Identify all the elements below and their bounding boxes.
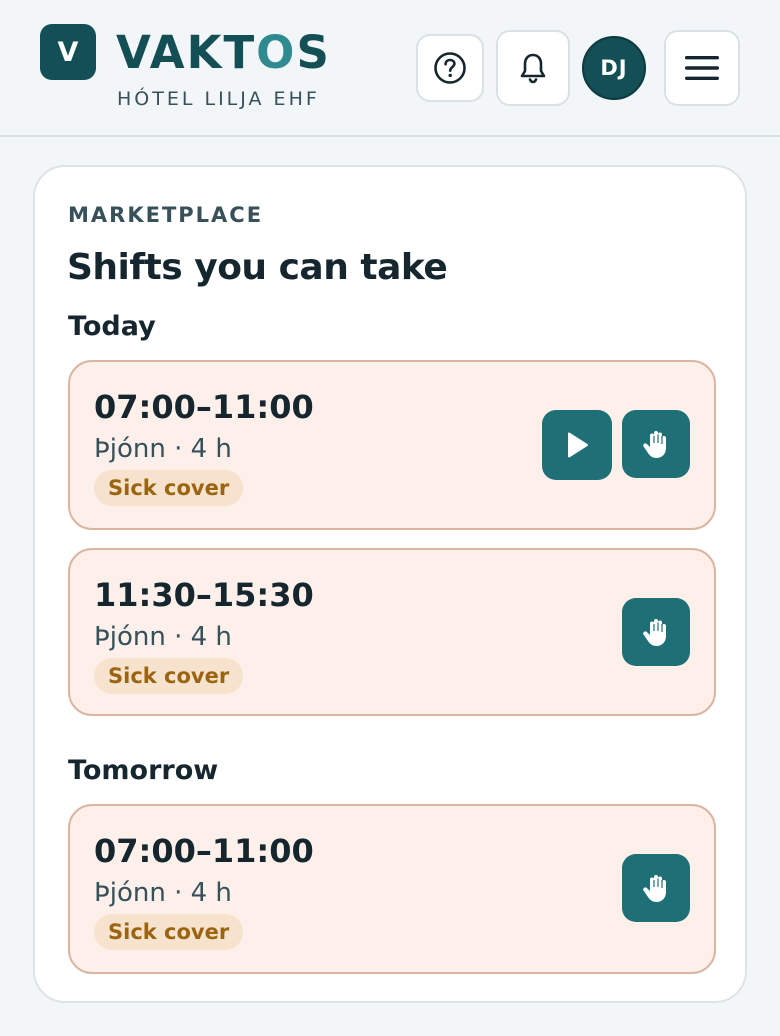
page-title: Shifts you can take	[67, 247, 448, 288]
menu-button[interactable]	[664, 30, 740, 106]
claim-shift-button[interactable]	[622, 598, 690, 666]
brand-main: VAKT	[116, 26, 257, 79]
menu-icon	[685, 56, 719, 80]
hand-icon	[643, 431, 666, 458]
user-avatar[interactable]: DJ	[582, 36, 646, 100]
help-icon	[434, 52, 466, 84]
shift-role: Þjónn · 4 h	[94, 434, 232, 464]
brand-end: S	[296, 26, 331, 79]
section-eyebrow: MARKETPLACE	[68, 203, 264, 227]
marketplace-card: MARKETPLACE Shifts you can take Today 07…	[33, 165, 747, 1003]
claim-shift-button[interactable]	[622, 410, 690, 478]
status-badge: Sick cover	[94, 658, 244, 694]
shift-time: 07:00–11:00	[94, 832, 314, 870]
logo-letter: V	[57, 36, 79, 68]
shift-role: Þjónn · 4 h	[94, 622, 232, 652]
bell-icon	[520, 53, 546, 84]
day-heading-tomorrow: Tomorrow	[68, 755, 219, 786]
shift-card[interactable]: 07:00–11:00 Þjónn · 4 h Sick cover	[68, 360, 716, 530]
organization-name: HÓTEL LILJA EHF	[117, 88, 320, 110]
notifications-button[interactable]	[496, 30, 570, 106]
brand-accent: O	[256, 26, 297, 79]
shift-card[interactable]: 07:00–11:00 Þjónn · 4 h Sick cover	[68, 804, 716, 974]
shift-time: 11:30–15:30	[94, 576, 314, 614]
app-header: V VAKTOS HÓTEL LILJA EHF DJ	[0, 0, 780, 137]
status-badge: Sick cover	[94, 470, 244, 506]
day-heading-today: Today	[68, 311, 156, 342]
shift-time: 07:00–11:00	[94, 388, 314, 426]
hand-icon	[643, 875, 666, 902]
claim-shift-button[interactable]	[622, 854, 690, 922]
logo-mark: V	[40, 24, 96, 80]
brand-name: VAKTOS	[116, 24, 331, 82]
play-icon	[568, 432, 588, 458]
help-button[interactable]	[416, 34, 484, 102]
avatar-initials: DJ	[600, 56, 628, 80]
shift-role: Þjónn · 4 h	[94, 878, 232, 908]
hand-icon	[643, 619, 666, 646]
status-badge: Sick cover	[94, 914, 244, 950]
shift-card[interactable]: 11:30–15:30 Þjónn · 4 h Sick cover	[68, 548, 716, 716]
start-shift-button[interactable]	[542, 410, 612, 480]
